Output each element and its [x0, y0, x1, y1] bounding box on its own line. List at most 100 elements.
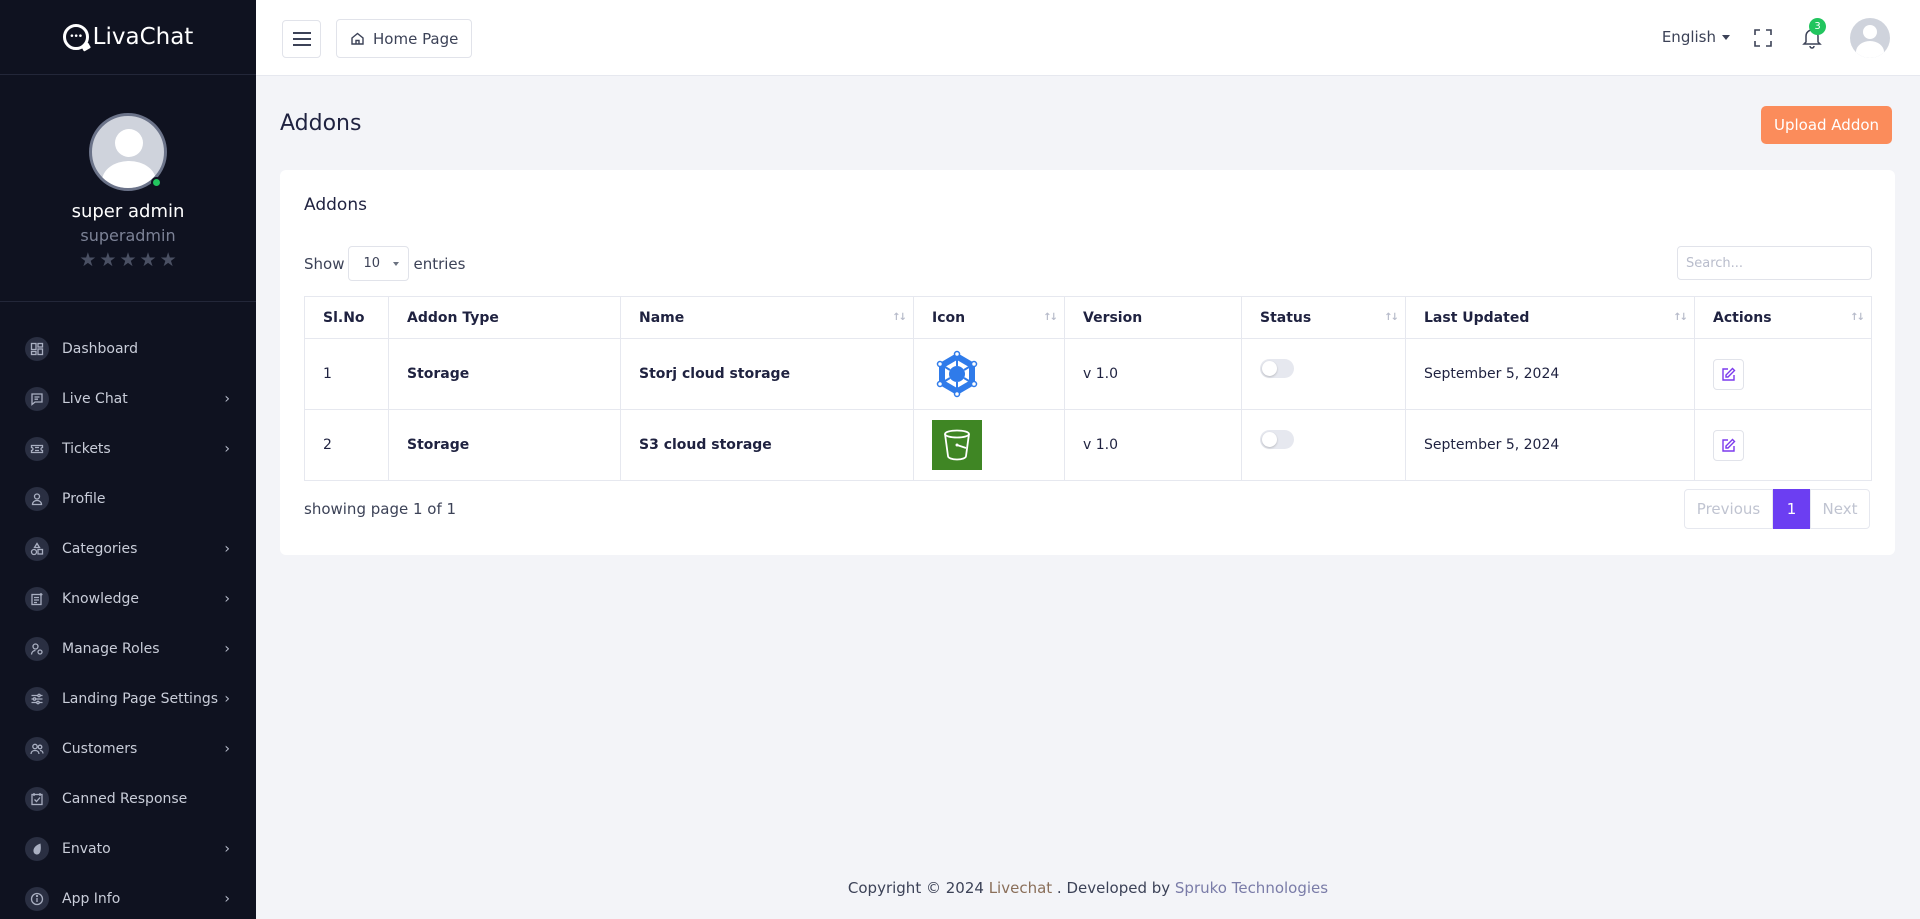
- fullscreen-icon[interactable]: [1754, 29, 1772, 47]
- customers-icon: [25, 737, 49, 761]
- sidebar: ••• LivaChat super admin superadmin ★ ★ …: [0, 0, 256, 919]
- sidebar-item-app-info[interactable]: App Info ›: [0, 874, 256, 919]
- chevron-right-icon: ›: [224, 841, 230, 857]
- edit-button[interactable]: [1713, 358, 1744, 390]
- star-icon: ★: [79, 249, 97, 271]
- sidebar-item-dashboard[interactable]: Dashboard: [0, 324, 256, 374]
- sort-icon: ↑↓: [1673, 312, 1688, 323]
- s3-bucket-icon: [932, 420, 982, 470]
- brand-name: LivaChat: [92, 24, 194, 50]
- search-input[interactable]: [1677, 246, 1872, 280]
- status-toggle[interactable]: [1260, 359, 1294, 378]
- star-icon: ★: [119, 249, 137, 271]
- spruko-link[interactable]: Spruko Technologies: [1175, 879, 1328, 897]
- cell-last-updated: September 5, 2024: [1405, 409, 1695, 481]
- sidebar-item-landing-page-settings[interactable]: Landing Page Settings ›: [0, 674, 256, 724]
- sidebar-item-profile[interactable]: Profile: [0, 474, 256, 524]
- cell-icon: [913, 338, 1065, 410]
- next-page-button[interactable]: Next: [1810, 489, 1870, 529]
- status-toggle[interactable]: [1260, 430, 1294, 449]
- cell-name: Storj cloud storage: [620, 338, 914, 410]
- sidebar-item-label: Customers: [62, 741, 138, 757]
- user-role: superadmin: [80, 226, 176, 245]
- column-header-status[interactable]: Status ↑↓: [1241, 296, 1406, 339]
- chevron-right-icon: ›: [224, 541, 230, 557]
- sidebar-item-label: Knowledge: [62, 591, 139, 607]
- sidebar-item-customers[interactable]: Customers ›: [0, 724, 256, 774]
- top-header: Home Page English 3: [256, 0, 1920, 76]
- chevron-right-icon: ›: [224, 441, 230, 457]
- livechat-link[interactable]: Livechat: [989, 879, 1052, 897]
- cell-version: v 1.0: [1064, 338, 1242, 410]
- star-icon: ★: [159, 249, 177, 271]
- brand[interactable]: ••• LivaChat: [0, 0, 256, 75]
- pagination: Previous 1 Next: [1684, 489, 1870, 529]
- sidebar-item-knowledge[interactable]: Knowledge ›: [0, 574, 256, 624]
- sidebar-item-label: Dashboard: [62, 341, 138, 357]
- livachat-logo-icon: •••: [62, 24, 89, 50]
- addons-table: Sl.No Addon Type Name ↑↓ Icon ↑↓ Version S…: [304, 296, 1872, 481]
- user-rating: ★ ★ ★ ★ ★: [79, 251, 176, 270]
- sidebar-item-label: Tickets: [62, 441, 111, 457]
- home-icon: [351, 32, 364, 45]
- star-icon: ★: [99, 249, 117, 271]
- cell-actions: [1694, 338, 1872, 410]
- sidebar-item-manage-roles[interactable]: Manage Roles ›: [0, 624, 256, 674]
- cell-status: [1241, 338, 1406, 410]
- column-header-icon[interactable]: Icon ↑↓: [913, 296, 1065, 339]
- footer: Copyright © 2024 Livechat . Developed by…: [256, 879, 1920, 897]
- page-length-select[interactable]: 10: [348, 246, 410, 281]
- sidebar-item-live-chat[interactable]: Live Chat ›: [0, 374, 256, 424]
- column-header-actions[interactable]: Actions ↑↓: [1694, 296, 1872, 339]
- sidebar-item-canned-response[interactable]: Canned Response: [0, 774, 256, 824]
- show-label: Show: [304, 254, 345, 273]
- chat-icon: [25, 387, 49, 411]
- home-page-button[interactable]: Home Page: [336, 19, 472, 58]
- cell-actions: [1694, 409, 1872, 481]
- chevron-right-icon: ›: [224, 391, 230, 407]
- menu-toggle-button[interactable]: [282, 20, 321, 58]
- column-header-name[interactable]: Name ↑↓: [620, 296, 914, 339]
- sidebar-menu: Dashboard Live Chat › Tickets › Profile: [0, 302, 256, 919]
- addons-card: Addons Show 10 entries Sl.No Addon Type …: [280, 170, 1895, 555]
- page-length-control: Show 10 entries: [304, 246, 465, 281]
- sidebar-item-tickets[interactable]: Tickets ›: [0, 424, 256, 474]
- sidebar-item-envato[interactable]: Envato ›: [0, 824, 256, 874]
- sidebar-item-label: App Info: [62, 891, 121, 907]
- ticket-icon: [25, 437, 49, 461]
- pagination-summary: showing page 1 of 1: [304, 500, 457, 518]
- column-header-sl-no[interactable]: Sl.No: [304, 296, 389, 339]
- categories-icon: [25, 537, 49, 561]
- column-header-version[interactable]: Version: [1064, 296, 1242, 339]
- cell-sl-no: 2: [304, 409, 389, 481]
- table-row: 1 Storage Storj cloud storage v 1.0 Sept…: [304, 338, 1872, 410]
- page-length-value: 10: [363, 256, 381, 271]
- language-selector[interactable]: English: [1662, 28, 1730, 46]
- card-title: Addons: [304, 195, 367, 215]
- table-row: 2 Storage S3 cloud storage v 1.0 Septemb…: [304, 409, 1872, 481]
- edit-button[interactable]: [1713, 429, 1744, 461]
- page-title: Addons: [280, 111, 362, 136]
- edit-icon: [1722, 367, 1736, 381]
- knowledge-icon: [25, 587, 49, 611]
- user-name: super admin: [71, 201, 185, 222]
- column-header-addon-type[interactable]: Addon Type: [388, 296, 621, 339]
- header-avatar[interactable]: [1850, 18, 1890, 58]
- sort-icon: ↑↓: [892, 312, 907, 323]
- sidebar-item-categories[interactable]: Categories ›: [0, 524, 256, 574]
- page-1-button[interactable]: 1: [1773, 489, 1810, 529]
- upload-addon-button[interactable]: Upload Addon: [1761, 106, 1892, 144]
- previous-page-button[interactable]: Previous: [1684, 489, 1773, 529]
- roles-icon: [25, 637, 49, 661]
- column-header-last-updated[interactable]: Last Updated ↑↓: [1405, 296, 1695, 339]
- cell-status: [1241, 409, 1406, 481]
- sliders-icon: [25, 687, 49, 711]
- sidebar-item-label: Profile: [62, 491, 106, 507]
- storj-icon: [932, 349, 982, 399]
- language-label: English: [1661, 28, 1716, 46]
- envato-icon: [25, 837, 49, 861]
- user-icon: [25, 487, 49, 511]
- dashboard-icon: [25, 337, 49, 361]
- developed-by-text: . Developed by: [1052, 879, 1175, 897]
- cell-addon-type: Storage: [388, 409, 621, 481]
